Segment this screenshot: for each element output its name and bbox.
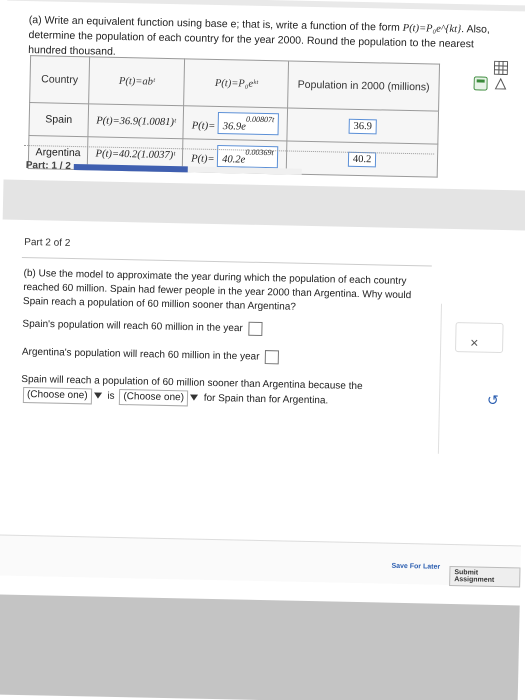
header-country: Country bbox=[29, 55, 90, 104]
chevron-down-icon[interactable] bbox=[189, 394, 199, 402]
question-b-text: (b) Use the model to approximate the yea… bbox=[22, 267, 412, 313]
undo-icon[interactable]: ↺ bbox=[487, 392, 499, 409]
screen-bezel bbox=[0, 594, 520, 700]
stats-icon[interactable] bbox=[493, 77, 507, 91]
header-e-form: P(t)=P₀eᵏᵗ bbox=[184, 58, 289, 108]
spain-line-text: Spain's population will reach 60 million… bbox=[22, 318, 243, 335]
dropdown-label: (Choose one) bbox=[26, 389, 88, 402]
clear-button[interactable] bbox=[454, 322, 504, 354]
for-text: for Spain than for Argentina. bbox=[203, 392, 329, 407]
compare-line: Spain will reach a population of 60 mill… bbox=[21, 373, 427, 411]
population-answer-box[interactable]: 36.9 bbox=[348, 118, 378, 134]
header-ab-form: P(t)=abᵗ bbox=[88, 56, 186, 106]
close-icon[interactable]: × bbox=[470, 334, 479, 350]
save-for-later-button[interactable]: Save For Later bbox=[391, 563, 440, 571]
rotated-view: (a) Write an equivalent function using b… bbox=[0, 0, 525, 700]
argentina-year-input[interactable] bbox=[265, 350, 280, 365]
top-rule bbox=[7, 0, 525, 12]
section-band bbox=[2, 179, 525, 231]
ab-form-cell: P(t)=36.9(1.0081)ᵗ bbox=[87, 103, 185, 139]
dropdown-label: (Choose one) bbox=[123, 391, 185, 404]
e-form-cell: P(t)= 36.9e0.00807t bbox=[183, 105, 288, 141]
chevron-down-icon[interactable] bbox=[93, 392, 102, 399]
submit-assignment-button[interactable]: Submit Assignment bbox=[449, 565, 521, 588]
question-a-formula: P(t)=P₀e^{kt} bbox=[402, 22, 462, 36]
is-text: is bbox=[107, 390, 115, 402]
e-form-answer-box[interactable]: 36.9e0.00807t bbox=[217, 112, 280, 136]
e-form-exponent: 0.00807t bbox=[245, 114, 275, 125]
choose-one-dropdown[interactable]: (Choose one) bbox=[22, 386, 92, 405]
country-cell: Spain bbox=[28, 102, 89, 137]
population-cell: 40.2 bbox=[286, 140, 438, 178]
e-form-base: 40.2e bbox=[222, 154, 246, 166]
divider bbox=[21, 256, 432, 267]
e-form-base: 36.9e bbox=[222, 121, 247, 133]
calculator-icon[interactable] bbox=[473, 76, 488, 91]
footer-bar bbox=[0, 534, 521, 587]
argentina-line: Argentina's population will reach 60 mil… bbox=[22, 345, 280, 365]
population-cell: 36.9 bbox=[287, 107, 439, 145]
progress-fill bbox=[73, 164, 188, 173]
spain-year-input[interactable] bbox=[248, 321, 263, 336]
progress-label: Part: 1 / 2 bbox=[25, 160, 71, 172]
e-form-prefix: P(t)= bbox=[191, 153, 215, 165]
e-form-prefix: P(t)= bbox=[191, 120, 216, 132]
argentina-line-text: Argentina's population will reach 60 mil… bbox=[21, 346, 260, 363]
table-header-row: Country P(t)=abᵗ P(t)=P₀eᵏᵗ Population i… bbox=[29, 55, 440, 112]
models-table: Country P(t)=abᵗ P(t)=P₀eᵏᵗ Population i… bbox=[27, 55, 441, 178]
choose-one-dropdown[interactable]: (Choose one) bbox=[119, 389, 189, 407]
spain-line: Spain's population will reach 60 million… bbox=[22, 317, 263, 337]
population-answer-box[interactable]: 40.2 bbox=[347, 151, 377, 167]
screen: (a) Write an equivalent function using b… bbox=[0, 0, 525, 700]
grid-icon[interactable] bbox=[493, 60, 509, 76]
header-population: Population in 2000 (millions) bbox=[287, 60, 440, 112]
part2-label: Part 2 of 2 bbox=[24, 236, 71, 249]
